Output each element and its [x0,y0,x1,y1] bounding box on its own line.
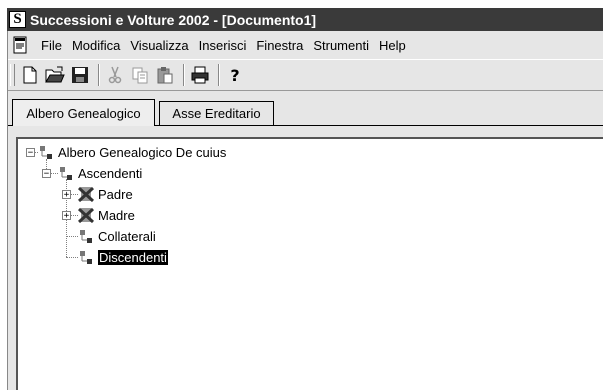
tree-node-icon [80,251,92,264]
tree-node-label: Ascendenti [78,165,143,181]
tree-node-label: Albero Genealogico De cuius [58,144,227,160]
tab-albero-genealogico[interactable]: Albero Genealogico [12,99,155,126]
toolbar-separator [218,64,220,86]
menu-visualizza[interactable]: Visualizza [125,38,193,53]
person-missing-icon [78,207,94,223]
tree-node-icon [40,146,52,159]
tab-label: Asse Ereditario [172,106,261,121]
tree-node-root[interactable]: Albero Genealogico De cuius [38,143,226,161]
svg-text:?: ? [230,66,239,84]
menu-help[interactable]: Help [374,38,411,53]
cut-button[interactable] [104,64,126,86]
new-file-icon [23,66,37,84]
tree-node-label: Padre [98,186,133,202]
tree-node-ascendenti[interactable]: Ascendenti [58,164,142,182]
expand-toggle[interactable]: + [62,211,71,221]
save-icon [72,67,88,83]
paste-button[interactable] [154,64,176,86]
cut-icon [108,66,122,84]
paste-icon [157,67,173,84]
help-button[interactable]: ? [224,64,246,86]
tree-node-discendenti[interactable]: Discendenti [78,248,169,266]
tab-label: Albero Genealogico [26,105,141,121]
collapse-toggle[interactable]: − [42,169,51,179]
menu-modifica[interactable]: Modifica [67,38,125,53]
tree-node-collaterali[interactable]: Collaterali [78,227,156,245]
menu-strumenti[interactable]: Strumenti [308,38,374,53]
tree-node-label: Collaterali [98,228,156,244]
toolbar-separator [183,64,185,86]
print-button[interactable] [189,64,211,86]
tree-connector [50,173,58,174]
tree-node-label-selected: Discendenti [97,248,169,266]
save-button[interactable] [69,64,91,86]
tab-asse-ereditario[interactable]: Asse Ereditario [159,101,274,125]
menu-inserisci[interactable]: Inserisci [194,38,252,53]
person-missing-icon [78,186,94,202]
window-title: Successioni e Volture 2002 - [Documento1… [30,11,317,28]
new-file-button[interactable] [19,64,41,86]
tree-connector [70,194,78,195]
title-bar: S Successioni e Volture 2002 - [Document… [7,8,603,31]
toolbar-separator [98,64,100,86]
tree-connector [70,215,78,216]
menu-bar: File Modifica Visualizza Inserisci Fines… [8,32,603,58]
collapse-toggle[interactable]: − [26,148,35,158]
expand-toggle[interactable]: + [62,190,71,200]
tree-connector [66,236,78,237]
app-logo-icon: S [9,11,26,28]
toolbar: ? [8,59,603,91]
copy-icon [132,67,148,84]
tree-node-madre[interactable]: Madre [78,206,135,224]
document-menu-icon[interactable] [12,36,30,54]
tree-node-label: Madre [98,207,135,223]
menu-file[interactable]: File [36,38,67,53]
tab-strip: Albero Genealogico Asse Ereditario [8,99,603,126]
help-icon: ? [230,66,239,84]
open-button[interactable] [44,64,66,86]
toolbar-grip[interactable] [10,64,15,86]
tree-connector [66,257,78,258]
print-icon [191,66,209,84]
tree-node-padre[interactable]: Padre [78,185,133,203]
menu-finestra[interactable]: Finestra [251,38,308,53]
app-window: File Modifica Visualizza Inserisci Fines… [7,31,603,390]
copy-button[interactable] [129,64,151,86]
open-folder-icon [45,66,65,83]
tree-node-icon [80,230,92,243]
tree-node-icon [60,167,72,180]
tree-panel: − Albero Genealogico De cuius − Ascenden… [16,137,603,390]
